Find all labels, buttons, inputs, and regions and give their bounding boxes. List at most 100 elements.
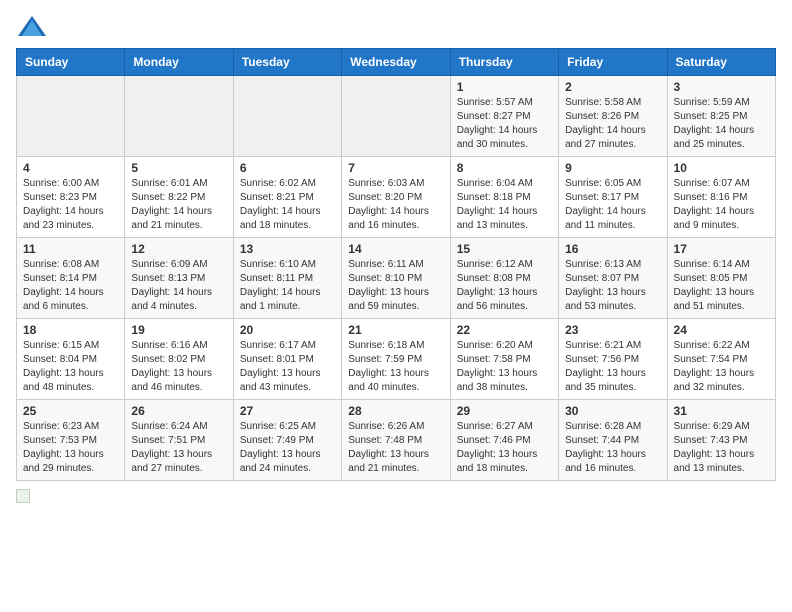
day-number: 7: [348, 161, 443, 175]
calendar-week-row: 18 Sunrise: 6:15 AM Sunset: 8:04 PM Dayli…: [17, 319, 776, 400]
day-number: 26: [131, 404, 226, 418]
calendar-cell: 24 Sunrise: 6:22 AM Sunset: 7:54 PM Dayli…: [667, 319, 775, 400]
calendar-week-row: 1Sunrise: 5:57 AM Sunset: 8:27 PM Daylig…: [17, 76, 776, 157]
calendar-header-row: SundayMondayTuesdayWednesdayThursdayFrid…: [17, 49, 776, 76]
calendar-cell: 27Sunrise: 6:25 AM Sunset: 7:49 PM Dayli…: [233, 400, 341, 481]
day-number: 24: [674, 323, 769, 337]
col-header-thursday: Thursday: [450, 49, 558, 76]
calendar-cell: 7Sunrise: 6:03 AM Sunset: 8:20 PM Daylig…: [342, 157, 450, 238]
col-header-wednesday: Wednesday: [342, 49, 450, 76]
calendar-cell: 31Sunrise: 6:29 AM Sunset: 7:43 PM Dayli…: [667, 400, 775, 481]
calendar-cell: 8 Sunrise: 6:04 AM Sunset: 8:18 PM Daylig…: [450, 157, 558, 238]
logo-icon: [18, 16, 46, 36]
calendar-cell: 25 Sunrise: 6:23 AM Sunset: 7:53 PM Dayli…: [17, 400, 125, 481]
calendar-cell: 19 Sunrise: 6:16 AM Sunset: 8:02 PM Dayli…: [125, 319, 233, 400]
day-info-text: Sunrise: 6:25 AM Sunset: 7:49 PM Dayligh…: [240, 420, 335, 476]
calendar-table: SundayMondayTuesdayWednesdayThursdayFrid…: [16, 48, 776, 481]
calendar-cell: 18 Sunrise: 6:15 AM Sunset: 8:04 PM Dayli…: [17, 319, 125, 400]
calendar-cell: 10 Sunrise: 6:07 AM Sunset: 8:16 PM Dayli…: [667, 157, 775, 238]
calendar-cell: 2 Sunrise: 5:58 AM Sunset: 8:26 PM Daylig…: [559, 76, 667, 157]
calendar-cell: 13 Sunrise: 6:10 AM Sunset: 8:11 PM Dayli…: [233, 238, 341, 319]
day-info-text: Sunrise: 6:18 AM Sunset: 7:59 PM Dayligh…: [348, 339, 443, 395]
col-header-sunday: Sunday: [17, 49, 125, 76]
calendar-cell: 1Sunrise: 5:57 AM Sunset: 8:27 PM Daylig…: [450, 76, 558, 157]
day-number: 12: [131, 242, 226, 256]
col-header-tuesday: Tuesday: [233, 49, 341, 76]
calendar-cell: 11 Sunrise: 6:08 AM Sunset: 8:14 PM Dayli…: [17, 238, 125, 319]
day-number: 11: [23, 242, 118, 256]
day-number: 2: [565, 80, 660, 94]
day-info-text: Sunrise: 6:22 AM Sunset: 7:54 PM Dayligh…: [674, 339, 769, 395]
calendar-cell: 17 Sunrise: 6:14 AM Sunset: 8:05 PM Dayli…: [667, 238, 775, 319]
day-number: 16: [565, 242, 660, 256]
col-header-monday: Monday: [125, 49, 233, 76]
calendar-cell: 29 Sunrise: 6:27 AM Sunset: 7:46 PM Dayli…: [450, 400, 558, 481]
day-number: 5: [131, 161, 226, 175]
col-header-friday: Friday: [559, 49, 667, 76]
day-number: 19: [131, 323, 226, 337]
day-number: 23: [565, 323, 660, 337]
daylight-legend-box: [16, 489, 30, 503]
logo: [16, 16, 46, 36]
day-info-text: Sunrise: 6:12 AM Sunset: 8:08 PM Dayligh…: [457, 258, 552, 314]
calendar-cell: 6 Sunrise: 6:02 AM Sunset: 8:21 PM Daylig…: [233, 157, 341, 238]
day-info-text: Sunrise: 6:17 AM Sunset: 8:01 PM Dayligh…: [240, 339, 335, 395]
day-info-text: Sunrise: 6:20 AM Sunset: 7:58 PM Dayligh…: [457, 339, 552, 395]
calendar-cell: 22Sunrise: 6:20 AM Sunset: 7:58 PM Dayli…: [450, 319, 558, 400]
day-number: 30: [565, 404, 660, 418]
day-info-text: Sunrise: 6:27 AM Sunset: 7:46 PM Dayligh…: [457, 420, 552, 476]
calendar-cell: [233, 76, 341, 157]
day-number: 10: [674, 161, 769, 175]
day-info-text: Sunrise: 6:04 AM Sunset: 8:18 PM Dayligh…: [457, 177, 552, 233]
day-number: 6: [240, 161, 335, 175]
calendar-cell: 14 Sunrise: 6:11 AM Sunset: 8:10 PM Dayli…: [342, 238, 450, 319]
day-info-text: Sunrise: 6:13 AM Sunset: 8:07 PM Dayligh…: [565, 258, 660, 314]
day-info-text: Sunrise: 6:14 AM Sunset: 8:05 PM Dayligh…: [674, 258, 769, 314]
day-info-text: Sunrise: 6:26 AM Sunset: 7:48 PM Dayligh…: [348, 420, 443, 476]
footer: [16, 489, 776, 503]
day-info-text: Sunrise: 6:10 AM Sunset: 8:11 PM Dayligh…: [240, 258, 335, 314]
day-info-text: Sunrise: 5:57 AM Sunset: 8:27 PM Dayligh…: [457, 96, 552, 152]
day-info-text: Sunrise: 6:02 AM Sunset: 8:21 PM Dayligh…: [240, 177, 335, 233]
day-number: 21: [348, 323, 443, 337]
day-info-text: Sunrise: 6:07 AM Sunset: 8:16 PM Dayligh…: [674, 177, 769, 233]
calendar-cell: 5 Sunrise: 6:01 AM Sunset: 8:22 PM Daylig…: [125, 157, 233, 238]
col-header-saturday: Saturday: [667, 49, 775, 76]
day-info-text: Sunrise: 5:59 AM Sunset: 8:25 PM Dayligh…: [674, 96, 769, 152]
day-info-text: Sunrise: 6:00 AM Sunset: 8:23 PM Dayligh…: [23, 177, 118, 233]
day-number: 25: [23, 404, 118, 418]
calendar-cell: 15 Sunrise: 6:12 AM Sunset: 8:08 PM Dayli…: [450, 238, 558, 319]
calendar-cell: 12 Sunrise: 6:09 AM Sunset: 8:13 PM Dayli…: [125, 238, 233, 319]
day-info-text: Sunrise: 6:11 AM Sunset: 8:10 PM Dayligh…: [348, 258, 443, 314]
calendar-week-row: 4 Sunrise: 6:00 AM Sunset: 8:23 PM Daylig…: [17, 157, 776, 238]
day-info-text: Sunrise: 6:05 AM Sunset: 8:17 PM Dayligh…: [565, 177, 660, 233]
day-number: 13: [240, 242, 335, 256]
calendar-cell: 4 Sunrise: 6:00 AM Sunset: 8:23 PM Daylig…: [17, 157, 125, 238]
calendar-cell: 20 Sunrise: 6:17 AM Sunset: 8:01 PM Dayli…: [233, 319, 341, 400]
day-number: 17: [674, 242, 769, 256]
day-number: 14: [348, 242, 443, 256]
calendar-week-row: 25 Sunrise: 6:23 AM Sunset: 7:53 PM Dayli…: [17, 400, 776, 481]
calendar-cell: 16 Sunrise: 6:13 AM Sunset: 8:07 PM Dayli…: [559, 238, 667, 319]
day-info-text: Sunrise: 6:15 AM Sunset: 8:04 PM Dayligh…: [23, 339, 118, 395]
day-number: 20: [240, 323, 335, 337]
calendar-cell: [125, 76, 233, 157]
day-info-text: Sunrise: 6:16 AM Sunset: 8:02 PM Dayligh…: [131, 339, 226, 395]
calendar-cell: 3Sunrise: 5:59 AM Sunset: 8:25 PM Daylig…: [667, 76, 775, 157]
day-info-text: Sunrise: 6:08 AM Sunset: 8:14 PM Dayligh…: [23, 258, 118, 314]
day-number: 4: [23, 161, 118, 175]
day-info-text: Sunrise: 6:09 AM Sunset: 8:13 PM Dayligh…: [131, 258, 226, 314]
calendar-cell: [342, 76, 450, 157]
day-number: 8: [457, 161, 552, 175]
day-number: 15: [457, 242, 552, 256]
calendar-week-row: 11 Sunrise: 6:08 AM Sunset: 8:14 PM Dayli…: [17, 238, 776, 319]
day-number: 9: [565, 161, 660, 175]
day-number: 31: [674, 404, 769, 418]
calendar-cell: 30Sunrise: 6:28 AM Sunset: 7:44 PM Dayli…: [559, 400, 667, 481]
day-info-text: Sunrise: 6:21 AM Sunset: 7:56 PM Dayligh…: [565, 339, 660, 395]
day-number: 18: [23, 323, 118, 337]
day-info-text: Sunrise: 6:01 AM Sunset: 8:22 PM Dayligh…: [131, 177, 226, 233]
day-info-text: Sunrise: 6:23 AM Sunset: 7:53 PM Dayligh…: [23, 420, 118, 476]
day-info-text: Sunrise: 5:58 AM Sunset: 8:26 PM Dayligh…: [565, 96, 660, 152]
day-number: 29: [457, 404, 552, 418]
